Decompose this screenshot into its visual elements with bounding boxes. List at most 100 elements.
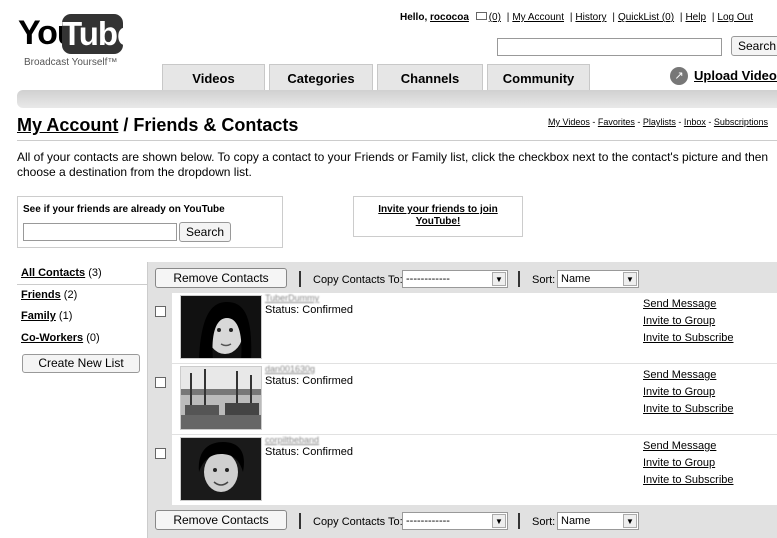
send-message-link[interactable]: Send Message [643,298,716,310]
invite-line-2[interactable]: YouTube! [353,216,523,228]
contact-photo[interactable] [180,366,262,430]
list-count: (2) [63,289,78,301]
send-message-link[interactable]: Send Message [643,369,716,381]
upload-videos-link[interactable]: Upload Videos [694,68,777,83]
contact-checkbox[interactable] [155,306,166,317]
toolbar-divider [299,271,301,287]
list-label[interactable]: Co-Workers [21,332,83,344]
page-title: My Account / Friends & Contacts [17,115,298,136]
username-link[interactable]: rococoa [430,12,469,23]
playlists-link[interactable]: Playlists [643,117,676,127]
invite-line-1[interactable]: Invite your friends to join [353,204,523,216]
contact-photo[interactable] [180,295,262,359]
contact-row: corpiltbeband Status: Confirmed Send Mes… [155,435,777,505]
intro-text: All of your contacts are shown below. To… [17,150,769,179]
list-item-all-contacts[interactable]: All Contacts (3) [21,267,102,279]
list-item-co-workers[interactable]: Co-Workers (0) [21,332,100,344]
sort-label: Sort: [532,516,556,528]
contact-row: TuberDummy Status: Confirmed Send Messag… [155,293,777,363]
my-account-link[interactable]: My Account [512,12,564,23]
remove-contacts-button[interactable]: Remove Contacts [155,268,287,288]
copy-contacts-value: ------------ [406,515,450,527]
breadcrumb-current: Friends & Contacts [133,115,299,135]
inbox-count-link[interactable]: (0) [489,12,501,23]
title-divider [17,140,777,141]
inbox-link[interactable]: Inbox [684,117,706,127]
invite-to-subscribe-link[interactable]: Invite to Subscribe [643,474,734,486]
toolbar-divider [518,513,520,529]
find-friends-search-button[interactable]: Search [179,222,231,242]
tab-categories[interactable]: Categories [269,64,373,90]
copy-contacts-value: ------------ [406,273,450,285]
help-link[interactable]: Help [685,12,706,23]
copy-contacts-label: Copy Contacts To: [313,516,403,528]
contact-name-link[interactable]: dan001630g [265,364,315,374]
chevron-down-icon[interactable]: ▼ [623,272,637,286]
invite-friends-link[interactable]: Invite your friends to join YouTube! [353,204,523,228]
copy-contacts-label: Copy Contacts To: [313,274,403,286]
greeting: Hello, [400,12,428,23]
list-label[interactable]: Family [21,310,56,322]
toolbar-divider [518,271,520,287]
list-label[interactable]: All Contacts [21,267,85,279]
create-new-list-button[interactable]: Create New List [22,354,140,373]
contact-checkbox[interactable] [155,448,166,459]
search-input[interactable] [497,38,722,56]
list-count: (1) [58,310,73,322]
contact-row: dan001630g Status: Confirmed Send Messag… [155,364,777,434]
tab-channels[interactable]: Channels [377,64,483,90]
remove-contacts-button[interactable]: Remove Contacts [155,510,287,530]
chevron-down-icon[interactable]: ▼ [492,272,506,286]
copy-contacts-select[interactable]: ------------ ▼ [402,512,508,530]
search-button[interactable]: Search [731,36,777,56]
contact-checkbox[interactable] [155,377,166,388]
my-videos-link[interactable]: My Videos [548,117,590,127]
list-count: (3) [88,267,102,279]
contact-photo[interactable] [180,437,262,501]
find-friends-label: See if your friends are already on YouTu… [23,204,225,215]
breadcrumb-separator: / [123,115,129,135]
chevron-down-icon[interactable]: ▼ [492,514,506,528]
invite-to-group-link[interactable]: Invite to Group [643,315,715,327]
invite-to-group-link[interactable]: Invite to Group [643,386,715,398]
account-sublinks: My Videos - Favorites - Playlists - Inbo… [548,117,768,127]
contact-status: Status: Confirmed [265,375,354,387]
find-friends-input[interactable] [23,223,177,241]
contact-lists-sidebar: All Contacts (3) Friends (2) Family (1) … [17,262,148,538]
invite-to-group-link[interactable]: Invite to Group [643,457,715,469]
sidebar-divider [17,284,148,285]
contact-name-link[interactable]: corpiltbeband [265,435,319,445]
tagline: Broadcast Yourself™ [24,57,118,68]
contact-status: Status: Confirmed [265,304,354,316]
sort-value: Name [561,515,591,527]
quicklist-link[interactable]: QuickList (0) [618,12,674,23]
logo-tube[interactable]: Tube [62,14,135,54]
list-count: (0) [86,332,100,344]
breadcrumb-my-account[interactable]: My Account [17,115,118,135]
sort-select[interactable]: Name ▼ [557,512,639,530]
invite-to-subscribe-link[interactable]: Invite to Subscribe [643,332,734,344]
chevron-down-icon[interactable]: ▼ [623,514,637,528]
send-message-link[interactable]: Send Message [643,440,716,452]
list-item-friends[interactable]: Friends (2) [21,289,77,301]
contact-status: Status: Confirmed [265,446,354,458]
sort-label: Sort: [532,274,556,286]
history-link[interactable]: History [575,12,606,23]
envelope-icon[interactable] [475,12,487,20]
toolbar-divider [299,513,301,529]
user-bar: Hello, rococoa (0) | My Account | History … [400,12,754,23]
nav-bar [17,90,777,108]
logout-link[interactable]: Log Out [717,12,753,23]
tab-community[interactable]: Community [487,64,590,90]
list-item-family[interactable]: Family (1) [21,310,72,322]
tab-videos[interactable]: Videos [162,64,265,90]
favorites-link[interactable]: Favorites [598,117,635,127]
sort-select[interactable]: Name ▼ [557,270,639,288]
contact-name-link[interactable]: TuberDummy [265,293,319,303]
upload-arrow-icon[interactable]: ↗ [670,67,688,85]
copy-contacts-select[interactable]: ------------ ▼ [402,270,508,288]
list-label[interactable]: Friends [21,289,61,301]
sort-value: Name [561,273,591,285]
invite-to-subscribe-link[interactable]: Invite to Subscribe [643,403,734,415]
subscriptions-link[interactable]: Subscriptions [714,117,768,127]
